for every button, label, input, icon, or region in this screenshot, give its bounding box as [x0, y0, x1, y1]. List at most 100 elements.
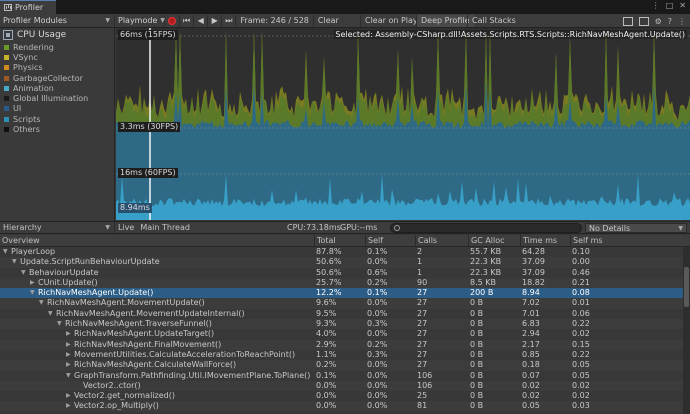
table-row[interactable]: ▼ PlayerLoop 87.8% 0.1% 2 55.7 KB 64.28 0.10: [0, 247, 690, 257]
table-row[interactable]: ▼ Update.ScriptRunBehaviourUpdate 50.6% 0.0…: [0, 257, 690, 268]
expand-right-icon[interactable]: ▶: [66, 360, 74, 370]
table-scrollbar[interactable]: [683, 247, 690, 414]
close-icon[interactable]: ✕: [679, 1, 686, 10]
expand-down-icon[interactable]: ▼: [12, 257, 20, 267]
clear-on-play-button[interactable]: Clear on Play: [360, 14, 422, 27]
cell-total: 2.9%: [316, 339, 337, 349]
cell-gc: 22.3 KB: [470, 267, 502, 277]
col-overview[interactable]: Overview: [0, 235, 314, 247]
category-item[interactable]: GarbageCollector: [0, 73, 114, 83]
last-frame-button[interactable]: ⏭: [221, 14, 235, 27]
clear-button[interactable]: Clear: [312, 14, 343, 27]
row-name-text: RichNavMeshAgent.FinalMovement(): [74, 339, 222, 349]
table-row[interactable]: ▶ RichNavMeshAgent.CalculateWallForce() 0.…: [0, 360, 690, 371]
live-toggle[interactable]: Live: [114, 222, 137, 233]
category-item[interactable]: Others: [0, 124, 114, 134]
table-row[interactable]: ▶ CUnit.Update() 25.7% 0.2% 90 8.5 KB 18.82 0.2…: [0, 277, 690, 289]
expand-right-icon[interactable]: ▶: [66, 391, 74, 401]
search-input[interactable]: [390, 223, 582, 233]
col-calls[interactable]: Calls: [415, 235, 468, 247]
expand-down-icon[interactable]: ▼: [3, 247, 11, 257]
cell-gc: 0 B: [470, 339, 484, 349]
table-row[interactable]: ▼ RichNavMeshAgent.Update() 12.2% 0.1% 27 200…: [0, 288, 690, 299]
next-frame-button[interactable]: ▶: [207, 14, 221, 27]
table-row[interactable]: Vector2..ctor() 0.0% 0.0% 106 0 B 0.02 0.02: [0, 380, 690, 392]
load-icon[interactable]: [622, 16, 633, 26]
cpu-usage-header[interactable]: CPU Usage: [0, 28, 114, 42]
deep-profile-button[interactable]: Deep Profile: [416, 14, 474, 27]
category-item[interactable]: Rendering: [0, 42, 114, 52]
playmode-dropdown[interactable]: Playmode ▼: [114, 14, 165, 27]
cell-calls: 27: [417, 360, 428, 370]
details-dropdown[interactable]: No Details ▼: [585, 223, 687, 233]
table-row[interactable]: ▶ Vector2.op_Multiply() 0.0% 0.0% 81 0 B 0.05 0…: [0, 401, 690, 412]
row-name-text: Vector2..ctor(): [83, 380, 141, 390]
table-row[interactable]: ▶ RichNavMeshAgent.FinalMovement() 2.9% 0.2…: [0, 339, 690, 350]
expand-down-icon[interactable]: ▼: [21, 268, 29, 278]
cell-selfms: 0.22: [572, 349, 590, 359]
chevron-down-icon: ▼: [160, 17, 165, 24]
maximize-icon[interactable]: □: [666, 1, 674, 10]
view-dropdown[interactable]: Hierarchy ▼: [0, 222, 114, 233]
col-time-ms[interactable]: Time ms: [520, 235, 570, 247]
expand-right-icon[interactable]: ▶: [30, 278, 38, 288]
category-item[interactable]: Animation: [0, 83, 114, 93]
col-total[interactable]: Total: [314, 235, 365, 247]
cell-selfms: 0.22: [572, 319, 590, 329]
expand-right-icon[interactable]: ▶: [66, 340, 74, 350]
cell-selfms: 0.05: [572, 360, 590, 370]
expand-down-icon[interactable]: ▼: [57, 319, 65, 329]
cpu-icon: [3, 30, 13, 40]
table-row[interactable]: ▶ RichNavMeshAgent.UpdateTarget() 4.0% 0.0%…: [0, 329, 690, 339]
first-frame-button[interactable]: ⏮: [179, 14, 193, 27]
toolbar-right-icons: ⚙ ? ⋮: [620, 14, 690, 28]
table-row[interactable]: ▼ RichNavMeshAgent.MovementUpdate() 9.6% 0.…: [0, 298, 690, 309]
table-row[interactable]: ▼ RichNavMeshAgent.TraverseFunnel() 9.3% 0.…: [0, 319, 690, 330]
cell-total: 50.6%: [316, 257, 342, 267]
category-color-swatch: [4, 116, 9, 122]
scrollbar-thumb[interactable]: [684, 267, 689, 307]
call-stacks-button[interactable]: Call Stacks: [467, 14, 520, 27]
menu-icon[interactable]: ⋮: [652, 1, 660, 10]
profiler-modules-dropdown[interactable]: Profiler Modules ▼: [0, 15, 114, 27]
more-icon[interactable]: ⋮: [678, 17, 686, 26]
first-frame-icon: ⏮: [183, 15, 191, 25]
table-row[interactable]: ▶ Vector2.get_normalized() 0.0% 0.0% 25 0 B 0.…: [0, 391, 690, 401]
col-self[interactable]: Self: [365, 235, 415, 247]
category-item[interactable]: Physics: [0, 63, 114, 73]
col-gc-alloc[interactable]: GC Alloc: [468, 235, 520, 247]
expand-down-icon[interactable]: ▼: [66, 371, 74, 381]
row-name: ▶ MovementUtilities.CalculateAcceleration…: [66, 350, 313, 360]
category-item[interactable]: Scripts: [0, 114, 114, 124]
expand-down-icon[interactable]: ▼: [30, 288, 38, 298]
cpu-usage-chart[interactable]: 66ms (15FPS) 3.3ms (30FPS) 16ms (60FPS) …: [116, 28, 690, 220]
category-color-swatch: [4, 65, 9, 71]
save-icon[interactable]: [638, 16, 649, 26]
cell-calls: 27: [417, 308, 428, 318]
search-icon: [394, 225, 400, 231]
col-self-ms[interactable]: Self ms: [570, 235, 683, 247]
record-button[interactable]: [164, 14, 179, 27]
help-icon[interactable]: ?: [668, 17, 672, 26]
profiler-tab[interactable]: Profiler: [0, 0, 56, 14]
profiler-toolbar: Profiler Modules ▼ Playmode ▼ ⏮ ◀ ▶ ⏭ Fr…: [0, 14, 690, 28]
category-item[interactable]: UI: [0, 104, 114, 114]
cell-time: 0.02: [522, 391, 540, 401]
row-name: ▼ BehaviourUpdate: [21, 268, 313, 278]
expand-down-icon[interactable]: ▼: [48, 309, 56, 319]
category-label: Others: [13, 125, 40, 135]
expand-right-icon[interactable]: ▶: [66, 401, 74, 411]
cell-total: 0.0%: [316, 401, 337, 411]
category-item[interactable]: Global Illumination: [0, 93, 114, 103]
expand-right-icon[interactable]: ▶: [66, 350, 74, 360]
table-row[interactable]: ▼ BehaviourUpdate 50.6% 0.6% 1 22.3 KB 37.09 0.…: [0, 268, 690, 278]
table-row[interactable]: ▼ GraphTransform.Pathfinding.Util.IMoveme…: [0, 371, 690, 381]
category-item[interactable]: VSync: [0, 52, 114, 62]
prev-frame-button[interactable]: ◀: [193, 14, 207, 27]
table-row[interactable]: ▶ MovementUtilities.CalculateAcceleration…: [0, 350, 690, 360]
expand-right-icon[interactable]: ▶: [66, 329, 74, 339]
table-row[interactable]: ▼ RichNavMeshAgent.MovementUpdateInternal…: [0, 309, 690, 319]
expand-down-icon[interactable]: ▼: [39, 298, 47, 308]
thread-dropdown[interactable]: Main Thread: [137, 222, 247, 233]
settings-icon[interactable]: ⚙: [655, 17, 662, 26]
